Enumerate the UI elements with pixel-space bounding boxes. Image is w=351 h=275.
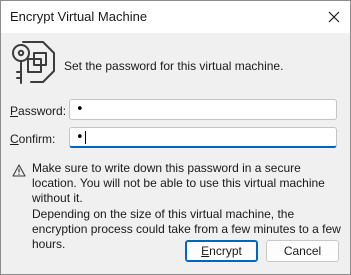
- key-lock-icon: [12, 41, 55, 84]
- encrypt-dialog: Encrypt Virtual Machine Set the password…: [0, 0, 351, 275]
- encrypt-button-label: ncrypt: [209, 244, 242, 258]
- intro-text: Set the password for this virtual machin…: [64, 59, 284, 73]
- confirm-field-value: •: [76, 130, 84, 145]
- confirm-label-mnemonic: C: [10, 132, 19, 146]
- close-icon: [328, 11, 340, 23]
- dialog-title: Encrypt Virtual Machine: [10, 9, 148, 24]
- password-field[interactable]: •: [69, 99, 337, 120]
- warning-text: Make sure to write down this password in…: [32, 161, 325, 205]
- encrypt-button-mnemonic: E: [201, 244, 210, 258]
- confirm-field[interactable]: •: [69, 127, 337, 148]
- password-label-mnemonic: P: [10, 104, 19, 118]
- password-label-rest: assword:: [18, 104, 67, 118]
- confirm-label-rest: onfirm:: [18, 132, 56, 146]
- password-field-value: •: [76, 102, 84, 117]
- close-button[interactable]: [318, 1, 350, 33]
- confirm-label: Confirm:: [10, 132, 55, 146]
- title-bar: Encrypt Virtual Machine: [1, 1, 350, 33]
- cancel-button[interactable]: Cancel: [266, 240, 339, 262]
- encrypt-button[interactable]: Encrypt: [185, 240, 258, 262]
- text-caret: [84, 131, 86, 144]
- warning-icon: [12, 164, 26, 177]
- password-label: Password:: [10, 104, 66, 118]
